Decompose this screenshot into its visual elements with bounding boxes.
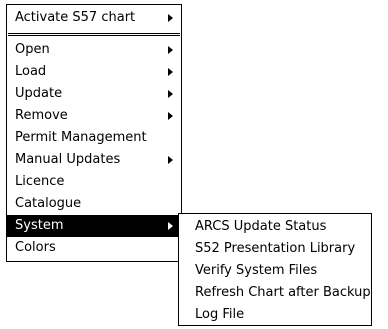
- submenu-item-label: Log File: [195, 307, 245, 322]
- menu-item-catalogue[interactable]: Catalogue: [7, 193, 181, 215]
- submenu-arrow-icon: [168, 46, 173, 54]
- submenu-item-label: Refresh Chart after Backup: [195, 285, 371, 300]
- menu-item-label: Catalogue: [15, 196, 82, 211]
- menu-item-permit-management[interactable]: Permit Management: [7, 127, 181, 149]
- menu-item-manual-updates[interactable]: Manual Updates: [7, 149, 181, 171]
- menu-separator: [8, 33, 180, 34]
- menu-item-label: Remove: [15, 108, 68, 123]
- menu-item-open[interactable]: Open: [7, 39, 181, 61]
- submenu-item-label: S52 Presentation Library: [195, 241, 356, 256]
- menu-item-label: Open: [15, 42, 50, 57]
- menu-item-colors[interactable]: Colors: [7, 237, 181, 259]
- menu-item-licence[interactable]: Licence: [7, 171, 181, 193]
- menu-item-label: Update: [15, 86, 63, 101]
- submenu-arrow-icon: [168, 156, 173, 164]
- submenu-item-refresh-chart-after-backup[interactable]: Refresh Chart after Backup: [179, 282, 371, 304]
- submenu-arrow-icon: [168, 112, 173, 120]
- submenu-arrow-icon: [168, 222, 173, 230]
- submenu-arrow-icon: [168, 14, 173, 22]
- context-menu: Activate S57 chart Open Load Update Remo…: [6, 4, 182, 262]
- submenu-arrow-icon: [168, 90, 173, 98]
- submenu-item-s52-presentation-library[interactable]: S52 Presentation Library: [179, 238, 371, 260]
- menu-item-update[interactable]: Update: [7, 83, 181, 105]
- submenu-item-label: ARCS Update Status: [195, 219, 327, 234]
- submenu-item-log-file[interactable]: Log File: [179, 304, 371, 326]
- system-submenu: ARCS Update Status S52 Presentation Libr…: [178, 213, 372, 326]
- menu-item-remove[interactable]: Remove: [7, 105, 181, 127]
- menu-separator: [8, 35, 180, 36]
- menu-item-label: Load: [15, 64, 47, 79]
- menu-item-label: Licence: [15, 174, 65, 189]
- menu-item-activate-s57-chart[interactable]: Activate S57 chart: [7, 7, 181, 29]
- menu-item-system[interactable]: System: [7, 215, 181, 237]
- menu-item-label: Permit Management: [15, 130, 147, 145]
- menu-item-label: Manual Updates: [15, 152, 121, 167]
- submenu-item-label: Verify System Files: [195, 263, 318, 278]
- menu-item-label: Colors: [15, 240, 56, 255]
- submenu-arrow-icon: [168, 68, 173, 76]
- menu-item-label: Activate S57 chart: [15, 10, 136, 25]
- submenu-item-verify-system-files[interactable]: Verify System Files: [179, 260, 371, 282]
- submenu-item-arcs-update-status[interactable]: ARCS Update Status: [179, 216, 371, 238]
- menu-item-load[interactable]: Load: [7, 61, 181, 83]
- menu-item-label: System: [15, 218, 64, 233]
